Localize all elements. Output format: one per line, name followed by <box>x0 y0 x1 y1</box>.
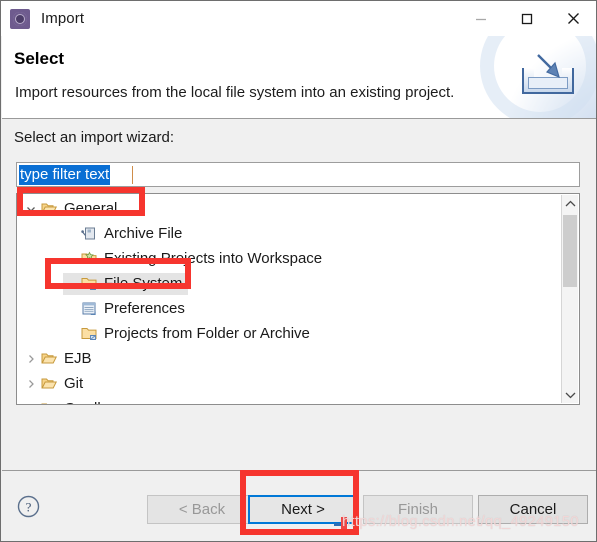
tree-item-hit-area[interactable]: Preferences <box>63 298 191 320</box>
filter-input-value: type filter text <box>19 165 111 185</box>
back-button[interactable]: < Back <box>147 495 257 524</box>
open-folder-icon <box>39 351 59 367</box>
tree-item-label: Preferences <box>104 300 185 317</box>
select-wizard-label: Select an import wizard: <box>14 129 175 146</box>
open-folder-icon <box>39 401 59 404</box>
preferences-icon <box>79 301 99 317</box>
tree-item-general[interactable]: General <box>17 196 557 221</box>
tree-item-label: EJB <box>64 350 92 367</box>
tree-item-hit-area[interactable]: Gradle <box>23 398 115 405</box>
tree-item-hit-area[interactable]: EJB <box>23 348 98 370</box>
tree-item-label: Existing Projects into Workspace <box>104 250 323 267</box>
import-wizard-dialog: Import Select Import resources from the … <box>0 0 597 542</box>
tree-item-preferences[interactable]: Preferences <box>17 296 557 321</box>
chevron-right-icon[interactable] <box>23 354 39 364</box>
tree-item-file-system[interactable]: File System <box>17 271 557 296</box>
open-folder-icon <box>39 201 59 217</box>
tree-item-gradle[interactable]: Gradle <box>17 396 557 405</box>
wizard-header: Select Import resources from the local f… <box>2 36 596 119</box>
tree-item-label: Projects from Folder or Archive <box>104 325 310 342</box>
minimize-icon[interactable] <box>458 1 504 36</box>
tree-item-label: Git <box>64 375 84 392</box>
tree-item-projects-from-folder-or-archive[interactable]: Projects from Folder or Archive <box>17 321 557 346</box>
svg-text:?: ? <box>26 500 32 515</box>
tree-item-label: Archive File <box>104 225 183 242</box>
chevron-up-icon[interactable] <box>562 195 578 212</box>
window-title: Import <box>41 10 85 27</box>
scrollbar-thumb[interactable] <box>563 215 577 287</box>
tree-item-archive-file[interactable]: Archive File <box>17 221 557 246</box>
close-icon[interactable] <box>550 1 596 36</box>
finish-button[interactable]: Finish <box>363 495 473 524</box>
page-description: Import resources from the local file sys… <box>15 84 455 101</box>
window-controls <box>458 1 596 36</box>
existing-projects-icon <box>79 251 99 267</box>
tree-rows: General Archive File Existing Projects int… <box>17 196 557 405</box>
tree-item-ejb[interactable]: EJB <box>17 346 557 371</box>
tree-item-hit-area[interactable]: Archive File <box>63 223 188 245</box>
help-icon[interactable]: ? <box>17 495 40 523</box>
title-bar: Import <box>1 1 596 36</box>
tree-vertical-scrollbar[interactable] <box>561 195 578 403</box>
import-wizard-tree[interactable]: General Archive File Existing Projects int… <box>16 193 580 405</box>
tree-item-hit-area[interactable]: Git <box>23 373 89 395</box>
filter-input[interactable]: type filter text <box>16 162 580 187</box>
cancel-button[interactable]: Cancel <box>478 495 588 524</box>
tree-item-label: File System <box>104 275 183 292</box>
chevron-down-icon[interactable] <box>23 204 39 214</box>
tree-item-label: General <box>64 200 118 217</box>
tree-item-hit-area[interactable]: Projects from Folder or Archive <box>63 323 316 345</box>
folder-icon <box>79 326 99 342</box>
eclipse-import-icon <box>10 8 30 29</box>
page-title: Select <box>14 49 65 68</box>
archive-file-icon <box>79 226 99 242</box>
tree-item-label: Gradle <box>63 400 109 404</box>
chevron-right-icon[interactable] <box>23 379 39 389</box>
tree-item-existing-projects-into-workspace[interactable]: Existing Projects into Workspace <box>17 246 557 271</box>
tree-item-hit-area[interactable]: File System <box>63 272 189 295</box>
text-caret <box>132 166 133 184</box>
open-folder-icon <box>39 376 59 392</box>
import-tray-arrow-icon <box>480 36 596 118</box>
tree-item-git[interactable]: Git <box>17 371 557 396</box>
tree-item-hit-area[interactable]: Existing Projects into Workspace <box>63 248 328 270</box>
chevron-down-icon[interactable] <box>562 386 578 403</box>
folder-icon <box>79 276 99 292</box>
maximize-icon[interactable] <box>504 1 550 36</box>
next-button[interactable]: Next > <box>248 495 358 524</box>
tree-item-hit-area[interactable]: General <box>23 198 123 220</box>
chevron-right-icon[interactable] <box>23 404 39 405</box>
